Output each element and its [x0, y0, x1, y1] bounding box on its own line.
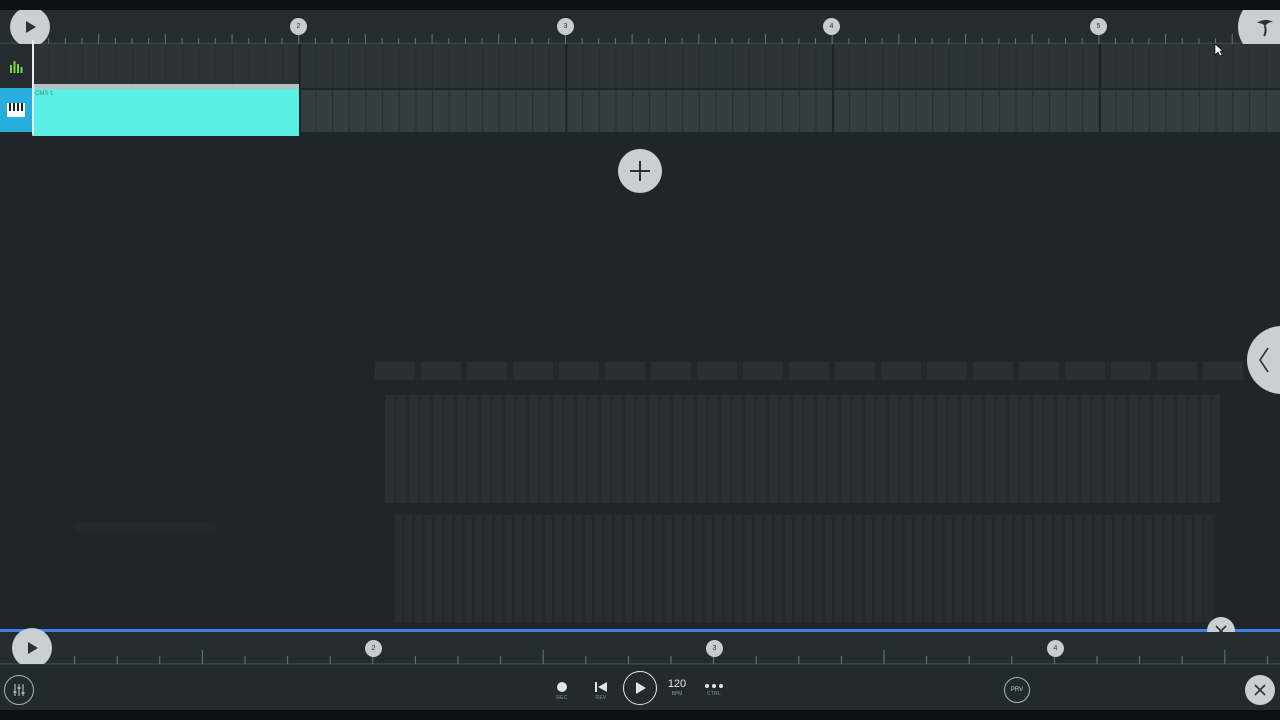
faded-note-grid-lower	[395, 515, 1215, 623]
close-panel-button[interactable]	[1245, 675, 1275, 705]
controls-label: CTRL	[706, 691, 722, 697]
faded-label	[75, 522, 215, 532]
controls-button[interactable]: CTRL	[704, 683, 724, 697]
record-button[interactable]: REC	[556, 681, 568, 701]
record-label: REC	[556, 695, 568, 701]
editor-bar-marker-2: 2	[365, 640, 382, 657]
transport-play-button[interactable]	[623, 671, 657, 705]
tempo-value: 120	[667, 678, 687, 690]
mouse-cursor-icon	[1214, 43, 1224, 57]
skip-back-icon	[595, 682, 607, 692]
close-icon	[1254, 684, 1266, 696]
preview-button[interactable]: PRV	[1004, 677, 1030, 703]
rewind-button[interactable]: REV	[594, 681, 608, 701]
editor-play-button[interactable]	[12, 628, 52, 668]
tempo-display[interactable]: 120 BPM	[664, 678, 690, 697]
rewind-label: REV	[595, 695, 607, 701]
editor-bar-marker-3: 3	[706, 640, 723, 657]
editor-ruler-ticks	[31, 650, 1268, 664]
tempo-label: BPM	[671, 691, 683, 697]
transport-bar: REC REV 120 BPM CTRL PRV	[0, 664, 1280, 710]
play-icon	[636, 682, 646, 694]
preview-label: PRV	[1010, 687, 1024, 693]
mixer-icon	[13, 684, 25, 696]
faded-piano-roll	[0, 10, 1280, 710]
play-icon	[28, 642, 38, 654]
faded-note-grid-upper	[385, 395, 1220, 503]
record-icon	[557, 682, 567, 692]
editor-bar-marker-4: 4	[1047, 640, 1064, 657]
editor-timeline-ruler[interactable]: 2 3 4	[0, 632, 1280, 664]
mixer-button[interactable]	[4, 675, 34, 705]
daw-window: 2 3 4 5 CMS 1 2 3 4 REC REV 120 BPM CTRL…	[0, 10, 1280, 710]
faded-toolbar	[375, 362, 1245, 380]
more-dots-icon	[705, 684, 723, 688]
